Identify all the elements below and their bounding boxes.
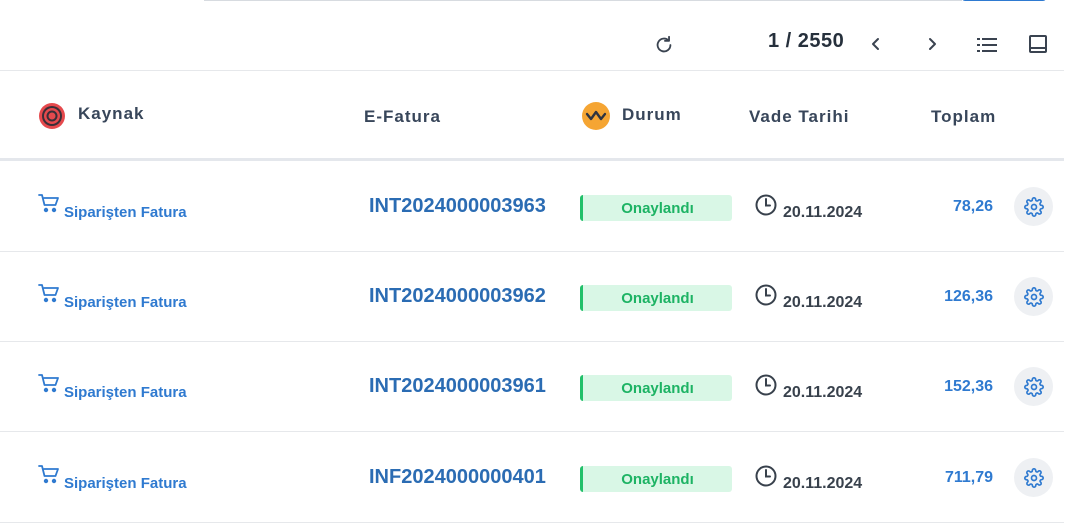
source-link[interactable]: Siparişten Fatura xyxy=(38,283,187,311)
total-amount: 78,26 xyxy=(952,198,993,215)
row-settings-button[interactable] xyxy=(1014,458,1053,497)
due-date-text: 20.11.2024 xyxy=(783,294,863,311)
clock-icon xyxy=(755,284,777,306)
source-label: Siparişten Fatura xyxy=(64,475,187,492)
total-amount: 711,79 xyxy=(944,469,993,486)
status-wave-icon xyxy=(582,102,610,130)
row-settings-button[interactable] xyxy=(1014,187,1053,226)
total-amount: 152,36 xyxy=(944,378,993,395)
table-header: Kaynak E-Fatura Durum Vade Tarihi Toplam xyxy=(0,71,1064,161)
source-label: Siparişten Fatura xyxy=(64,294,187,311)
source-label: Siparişten Fatura xyxy=(64,204,187,221)
source-link[interactable]: Siparişten Fatura xyxy=(38,373,187,401)
pagination-indicator: 1 / 2550 xyxy=(768,30,845,52)
clock-icon xyxy=(755,194,777,216)
status-badge: Onaylandı xyxy=(580,285,732,311)
invoice-number-link[interactable]: INF2024000000401 xyxy=(369,466,546,489)
gear-icon xyxy=(1023,376,1044,397)
invoice-number-link[interactable]: INT2024000003961 xyxy=(369,375,546,398)
cart-icon xyxy=(38,374,59,393)
due-date: 20.11.2024 xyxy=(755,465,862,492)
column-header-efatura[interactable]: E-Fatura xyxy=(364,107,441,127)
gear-icon xyxy=(1023,286,1044,307)
target-icon xyxy=(38,102,66,130)
due-date-text: 20.11.2024 xyxy=(783,384,863,401)
column-header-durum[interactable]: Durum xyxy=(622,105,682,125)
row-settings-button[interactable] xyxy=(1014,277,1053,316)
due-date: 20.11.2024 xyxy=(755,374,862,401)
due-date: 20.11.2024 xyxy=(755,194,862,221)
invoice-number-link[interactable]: INT2024000003963 xyxy=(369,195,546,218)
table-row[interactable]: Siparişten Fatura INT2024000003962 Onayl… xyxy=(0,251,1064,342)
clock-icon xyxy=(755,374,777,396)
table-row[interactable]: Siparişten Fatura INT2024000003963 Onayl… xyxy=(0,161,1064,252)
table-row[interactable]: Siparişten Fatura INT2024000003961 Onayl… xyxy=(0,341,1064,432)
column-header-vade-tarihi[interactable]: Vade Tarihi xyxy=(749,107,849,127)
total-amount: 126,36 xyxy=(944,288,993,305)
clock-icon xyxy=(755,465,777,487)
cart-icon xyxy=(38,284,59,303)
status-badge: Onaylandı xyxy=(580,466,732,492)
card-view-icon[interactable] xyxy=(1027,33,1049,55)
refresh-icon[interactable] xyxy=(652,33,676,57)
cart-icon xyxy=(38,465,59,484)
source-link[interactable]: Siparişten Fatura xyxy=(38,464,187,492)
column-header-kaynak[interactable]: Kaynak xyxy=(78,104,144,124)
status-badge: Onaylandı xyxy=(580,375,732,401)
due-date-text: 20.11.2024 xyxy=(783,475,863,492)
invoice-number-link[interactable]: INT2024000003962 xyxy=(369,285,546,308)
due-date-text: 20.11.2024 xyxy=(783,204,863,221)
chevron-left-icon[interactable] xyxy=(866,33,886,55)
status-badge: Onaylandı xyxy=(580,195,732,221)
source-label: Siparişten Fatura xyxy=(64,384,187,401)
gear-icon xyxy=(1023,196,1044,217)
column-header-toplam[interactable]: Toplam xyxy=(931,107,996,127)
source-link[interactable]: Siparişten Fatura xyxy=(38,193,187,221)
cart-icon xyxy=(38,194,59,213)
list-view-icon[interactable] xyxy=(976,34,998,56)
row-settings-button[interactable] xyxy=(1014,367,1053,406)
table-row[interactable]: Siparişten Fatura INF2024000000401 Onayl… xyxy=(0,432,1064,523)
list-toolbar: 1 / 2550 xyxy=(0,0,1064,71)
gear-icon xyxy=(1023,467,1044,488)
due-date: 20.11.2024 xyxy=(755,284,862,311)
chevron-right-icon[interactable] xyxy=(922,33,942,55)
